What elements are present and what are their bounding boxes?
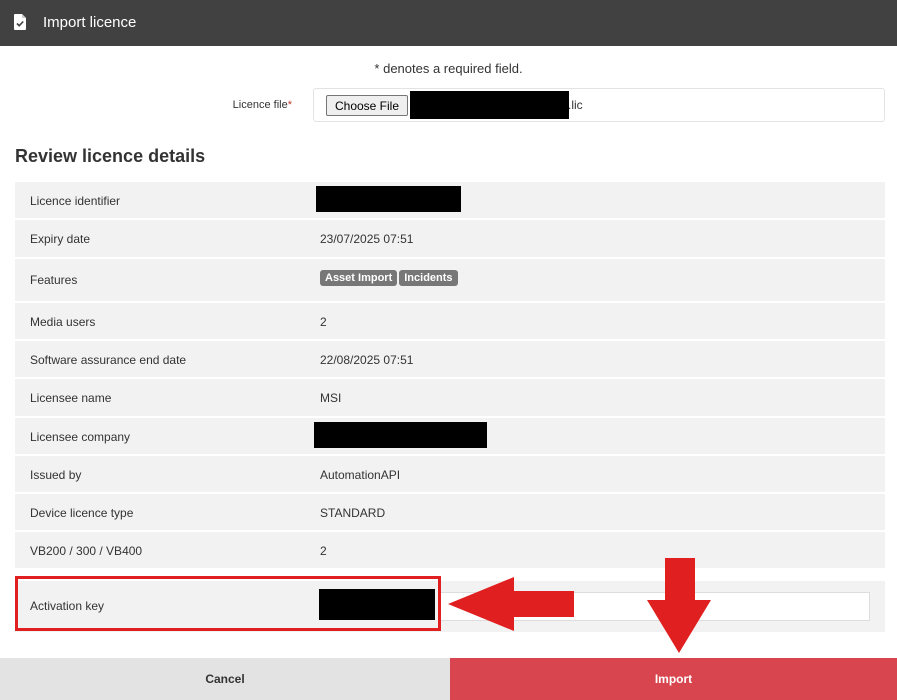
detail-row-expiry-date: Expiry date 23/07/2025 07:51 bbox=[15, 220, 885, 259]
detail-label: Expiry date bbox=[30, 232, 91, 246]
detail-value: 2 bbox=[320, 315, 327, 329]
detail-label: Device licence type bbox=[30, 506, 134, 520]
detail-row-software-assurance-end-date: Software assurance end date 22/08/2025 0… bbox=[15, 341, 885, 379]
detail-row-device-licence-type: Device licence type STANDARD bbox=[15, 494, 885, 532]
detail-value: AutomationAPI bbox=[320, 468, 401, 482]
detail-row-licence-identifier: Licence identifier bbox=[15, 182, 885, 220]
licence-details-table: Licence identifier Expiry date 23/07/202… bbox=[15, 182, 885, 570]
detail-label: Licence identifier bbox=[30, 194, 121, 208]
file-extension: .lic bbox=[568, 98, 583, 112]
highlight-annotation-box bbox=[15, 576, 441, 631]
window-title: Import licence bbox=[43, 14, 137, 31]
redacted-file-name bbox=[410, 91, 569, 119]
detail-row-media-users: Media users 2 bbox=[15, 303, 885, 341]
left-arrow-annotation-icon bbox=[448, 577, 574, 631]
feature-badges: Asset Import Incidents bbox=[320, 270, 460, 286]
document-check-icon bbox=[14, 14, 26, 30]
feature-badge: Incidents bbox=[399, 270, 458, 286]
import-button[interactable]: Import bbox=[450, 658, 897, 700]
review-licence-details-heading: Review licence details bbox=[15, 146, 206, 166]
detail-label: Licensee company bbox=[30, 430, 131, 444]
required-marker: * bbox=[287, 99, 292, 111]
detail-label: Issued by bbox=[30, 468, 82, 482]
footer-actions: Cancel Import bbox=[0, 658, 897, 700]
required-field-note: * denotes a required field. bbox=[374, 61, 523, 76]
redacted-licence-identifier bbox=[316, 186, 461, 212]
redacted-licensee-company bbox=[314, 422, 487, 448]
detail-value: 22/08/2025 07:51 bbox=[320, 353, 414, 367]
detail-row-licensee-company: Licensee company bbox=[15, 418, 885, 456]
title-bar: Import licence bbox=[0, 0, 897, 46]
licence-file-label: Licence file* bbox=[232, 99, 292, 111]
detail-label: Media users bbox=[30, 315, 96, 329]
detail-value: 2 bbox=[320, 544, 327, 558]
detail-label: Software assurance end date bbox=[30, 353, 187, 367]
detail-label: Features bbox=[30, 273, 78, 287]
detail-label: Licensee name bbox=[30, 391, 112, 405]
choose-file-button[interactable]: Choose File bbox=[326, 95, 408, 116]
feature-badge: Asset Import bbox=[320, 270, 398, 286]
detail-row-licensee-name: Licensee name MSI bbox=[15, 379, 885, 418]
detail-label: VB200 / 300 / VB400 bbox=[30, 544, 143, 558]
detail-row-issued-by: Issued by AutomationAPI bbox=[15, 456, 885, 494]
detail-row-vb200-300-vb400: VB200 / 300 / VB400 2 bbox=[15, 532, 885, 570]
licence-file-input[interactable]: Choose File .lic bbox=[313, 88, 885, 122]
detail-row-features: Features Asset Import Incidents bbox=[15, 259, 885, 303]
detail-value: STANDARD bbox=[320, 506, 386, 520]
cancel-button[interactable]: Cancel bbox=[0, 658, 450, 700]
detail-value: MSI bbox=[320, 391, 342, 405]
detail-value: 23/07/2025 07:51 bbox=[320, 232, 414, 246]
down-arrow-annotation-icon bbox=[647, 558, 711, 653]
